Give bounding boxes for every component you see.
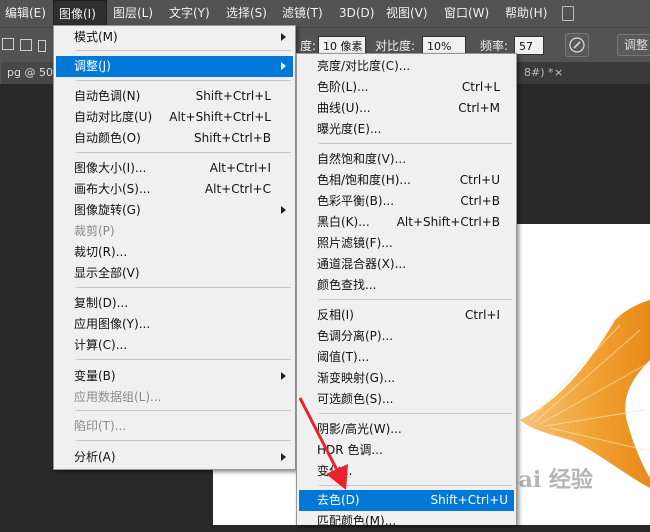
menu-item-variables[interactable]: 变量(B)	[56, 366, 293, 387]
menu-item-apply-data-set[interactable]: 应用数据组(L)...	[56, 387, 293, 408]
menu-item-apply-image[interactable]: 应用图像(Y)...	[56, 314, 293, 335]
menu-item-levels[interactable]: 色阶(L)... Ctrl+L	[299, 77, 514, 98]
menu-item-posterize[interactable]: 色调分离(P)...	[299, 326, 514, 347]
menu-item-vibrance[interactable]: 自然饱和度(V)...	[299, 149, 514, 170]
contrast-label: 对比度:	[375, 39, 416, 53]
menu-item-invert[interactable]: 反相(I) Ctrl+I	[299, 305, 514, 326]
menu-item-crop[interactable]: 裁剪(P)	[56, 221, 293, 242]
add-selection-icon[interactable]	[20, 39, 32, 51]
pen-pressure-button[interactable]	[565, 33, 589, 57]
frequency-label: 频率:	[480, 39, 509, 53]
document-tab-left[interactable]: pg @ 50%	[0, 62, 63, 84]
menu-item-threshold[interactable]: 阈值(T)...	[299, 347, 514, 368]
menu-item-trim[interactable]: 裁切(R)...	[56, 242, 293, 263]
menu-separator	[76, 440, 291, 441]
menu-separator	[76, 80, 291, 81]
menu-item-color-lookup[interactable]: 颜色查找...	[299, 275, 514, 296]
image-menu: 模式(M) 调整(J) 自动色调(N) Shift+Ctrl+L 自动对比度(U)…	[53, 25, 296, 470]
menu-image[interactable]: 图像(I)	[53, 0, 107, 27]
menu-item-auto-color[interactable]: 自动颜色(O) Shift+Ctrl+B	[56, 128, 293, 149]
menu-item-black-white[interactable]: 黑白(K)... Alt+Shift+Ctrl+B	[299, 212, 514, 233]
menu-item-channel-mixer[interactable]: 通道混合器(X)...	[299, 254, 514, 275]
selection-mode-icon[interactable]	[2, 38, 14, 50]
width-label: 度:	[300, 39, 317, 53]
menu-item-curves[interactable]: 曲线(U)... Ctrl+M	[299, 98, 514, 119]
submenu-arrow-icon	[281, 62, 286, 70]
menu-item-analysis[interactable]: 分析(A)	[56, 447, 293, 468]
menu-edit[interactable]: 编辑(E)	[0, 0, 51, 27]
menu-type[interactable]: 文字(Y)	[164, 0, 215, 27]
menu-item-canvas-size[interactable]: 画布大小(S)... Alt+Ctrl+C	[56, 179, 293, 200]
submenu-arrow-icon	[281, 206, 286, 214]
menu-item-brightness-contrast[interactable]: 亮度/对比度(C)...	[299, 56, 514, 77]
menu-bar: 编辑(E) 图像(I) 图层(L) 文字(Y) 选择(S) 滤镜(T) 3D(D…	[0, 0, 650, 27]
refine-edge-button[interactable]: 调整	[617, 34, 650, 56]
menu-item-reveal-all[interactable]: 显示全部(V)	[56, 263, 293, 284]
frequency-field[interactable]: 57	[514, 36, 544, 55]
submenu-arrow-icon	[281, 372, 286, 380]
menu-separator	[319, 143, 512, 144]
menu-item-color-balance[interactable]: 色彩平衡(B)... Ctrl+B	[299, 191, 514, 212]
menu-item-hue-saturation[interactable]: 色相/饱和度(H)... Ctrl+U	[299, 170, 514, 191]
menu-item-image-rotation[interactable]: 图像旋转(G)	[56, 200, 293, 221]
subtract-selection-icon[interactable]	[38, 40, 46, 52]
menu-separator	[319, 299, 512, 300]
menu-separator	[76, 50, 291, 51]
submenu-arrow-icon	[281, 453, 286, 461]
tab-close-icon[interactable]: ×	[548, 62, 569, 84]
menu-view[interactable]: 视图(V)	[381, 0, 433, 27]
menu-item-adjustments[interactable]: 调整(J)	[56, 56, 293, 77]
menu-filter[interactable]: 滤镜(T)	[277, 0, 328, 27]
menu-item-gradient-map[interactable]: 渐变映射(G)...	[299, 368, 514, 389]
pen-pressure-icon	[569, 37, 585, 53]
menu-window[interactable]: 窗口(W)	[439, 0, 494, 27]
menu-item-auto-contrast[interactable]: 自动对比度(U) Alt+Shift+Ctrl+L	[56, 107, 293, 128]
menu-item-duplicate[interactable]: 复制(D)...	[56, 293, 293, 314]
menu-separator	[76, 410, 291, 411]
annotation-arrow	[298, 397, 348, 490]
menu-item-trap[interactable]: 陷印(T)...	[56, 416, 293, 437]
window-icon	[562, 6, 574, 21]
menu-item-calculations[interactable]: 计算(C)...	[56, 335, 293, 356]
menu-item-mode[interactable]: 模式(M)	[56, 27, 293, 48]
submenu-arrow-icon	[281, 33, 286, 41]
menu-select[interactable]: 选择(S)	[221, 0, 272, 27]
menu-item-image-size[interactable]: 图像大小(I)... Alt+Ctrl+I	[56, 158, 293, 179]
menu-help[interactable]: 帮助(H)	[500, 0, 552, 27]
menu-item-exposure[interactable]: 曝光度(E)...	[299, 119, 514, 140]
menu-3d[interactable]: 3D(D)	[334, 0, 379, 27]
menu-separator	[76, 359, 291, 360]
menu-item-photo-filter[interactable]: 照片滤镜(F)...	[299, 233, 514, 254]
menu-layer[interactable]: 图层(L)	[108, 0, 158, 27]
menu-item-auto-tone[interactable]: 自动色调(N) Shift+Ctrl+L	[56, 86, 293, 107]
menu-separator	[76, 287, 291, 288]
menu-item-match-color[interactable]: 匹配颜色(M)...	[299, 511, 514, 532]
menu-separator	[76, 152, 291, 153]
